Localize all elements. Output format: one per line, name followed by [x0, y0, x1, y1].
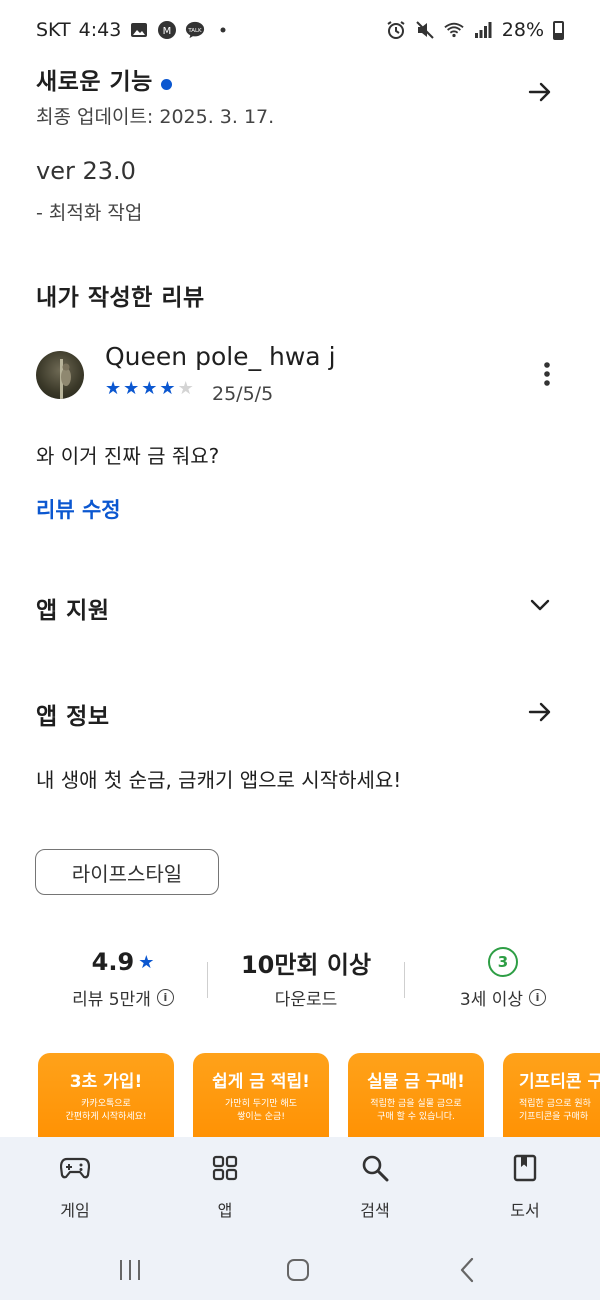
screenshot-desc: 카카오톡으로 간편하게 시작하세요! — [65, 1099, 147, 1122]
search-icon — [325, 1153, 425, 1183]
review-more-options-button[interactable] — [529, 356, 565, 392]
info-icon[interactable]: i — [156, 989, 174, 1006]
nav-item-apps[interactable]: 앱 — [175, 1153, 275, 1221]
avatar — [36, 351, 84, 399]
version-label: ver 23.0 — [36, 157, 136, 185]
rating-value: 4.9 — [91, 948, 135, 976]
apps-grid-icon — [175, 1153, 275, 1183]
talk-notification-icon: TALK — [185, 20, 205, 40]
whats-new-arrow-button[interactable] — [522, 74, 558, 110]
downloads-label: 다운로드 — [274, 990, 338, 1010]
app-info-title[interactable]: 앱 정보 — [36, 697, 110, 731]
review-author-name: Queen pole_ hwa j — [105, 342, 336, 371]
category-chip[interactable]: 라이프스타일 — [35, 849, 219, 895]
release-note: - 최적화 작업 — [36, 202, 143, 224]
back-chevron-icon — [460, 1257, 474, 1283]
more-vert-icon — [544, 362, 550, 386]
alarm-icon — [386, 20, 406, 40]
star-icon: ★ — [123, 378, 140, 399]
edit-review-link[interactable]: 리뷰 수정 — [36, 494, 121, 524]
review-date: 25/5/5 — [212, 383, 274, 405]
svg-text:TALK: TALK — [188, 28, 203, 34]
nav-label: 앱 — [217, 1201, 233, 1220]
app-info-arrow-button[interactable] — [522, 694, 558, 730]
star-icon: ★ — [138, 951, 155, 973]
screenshot-desc: 가만히 두기만 해도 쌓이는 순금! — [225, 1099, 297, 1122]
chevron-down-icon — [530, 599, 550, 611]
messenger-notification-icon: M — [157, 20, 177, 40]
star-icon: ★ — [141, 378, 158, 399]
review-star-rating: ★ ★ ★ ★ ★ — [105, 378, 194, 399]
age-rating-badge: 3 — [488, 947, 518, 977]
clock: 4:43 — [78, 19, 122, 41]
last-updated-date: 최종 업데이트: 2025. 3. 17. — [36, 106, 275, 128]
system-navigation-bar — [0, 1240, 600, 1300]
nav-item-books[interactable]: 도서 — [475, 1153, 575, 1221]
stat-divider — [404, 962, 405, 998]
screenshot-title: 실물 금 구매! — [367, 1072, 465, 1092]
age-rating-label: 3세 이상 — [459, 990, 524, 1010]
nav-label: 검색 — [360, 1201, 390, 1220]
screenshot-title: 3초 가입! — [69, 1072, 143, 1092]
recent-apps-icon — [120, 1260, 140, 1280]
age-rating-stat: 3 3세 이상 i — [418, 945, 588, 1010]
nav-item-search[interactable]: 검색 — [325, 1153, 425, 1221]
app-description: 내 생애 첫 순금, 금캐기 앱으로 시작하세요! — [36, 768, 402, 792]
svg-text:M: M — [163, 26, 172, 37]
rating-label: 리뷰 5만개 — [72, 990, 151, 1010]
recent-apps-button[interactable] — [105, 1250, 155, 1290]
more-notifications-dot-icon — [213, 20, 233, 40]
battery-percent: 28% — [501, 19, 544, 41]
screenshot-desc: 적립한 금으로 원하 기프티콘을 구매하 — [519, 1099, 591, 1122]
screenshot-title: 쉽게 금 적립! — [212, 1072, 310, 1092]
arrow-right-icon — [528, 82, 551, 102]
mute-icon — [415, 20, 435, 40]
signal-icon — [473, 20, 493, 40]
wifi-icon — [444, 20, 464, 40]
stat-divider — [207, 962, 208, 998]
my-review-title: 내가 작성한 리뷰 — [36, 285, 205, 311]
nav-label: 도서 — [510, 1201, 540, 1220]
star-icon: ★ — [105, 378, 122, 399]
home-button[interactable] — [273, 1250, 323, 1290]
screenshot-title: 기프티콘 구 — [519, 1072, 600, 1092]
whats-new-header[interactable]: 새로운 기능 — [36, 62, 172, 96]
app-support-expand-button[interactable] — [522, 587, 558, 623]
star-icon: ★ — [159, 378, 176, 399]
star-empty-icon: ★ — [177, 378, 194, 399]
gamepad-icon — [25, 1153, 125, 1183]
back-button[interactable] — [442, 1250, 492, 1290]
screenshot-desc: 적립한 금을 실물 금으로 구매 할 수 있습니다. — [370, 1099, 462, 1122]
new-indicator-dot — [160, 79, 172, 90]
book-icon — [475, 1153, 575, 1183]
nav-label: 게임 — [60, 1201, 90, 1220]
gallery-notification-icon — [129, 20, 149, 40]
downloads-stat: 10만회 이상 다운로드 — [221, 945, 391, 1011]
info-icon[interactable]: i — [529, 989, 547, 1006]
rating-stat: 4.9 ★ 리뷰 5만개 i — [38, 945, 208, 1010]
app-support-title[interactable]: 앱 지원 — [36, 591, 110, 625]
nav-item-games[interactable]: 게임 — [25, 1153, 125, 1221]
downloads-value: 10만회 이상 — [240, 950, 372, 979]
carrier-label: SKT — [36, 19, 71, 41]
home-icon — [287, 1259, 309, 1281]
whats-new-title: 새로운 기능 — [36, 69, 153, 95]
battery-icon — [553, 20, 564, 40]
arrow-right-icon — [528, 702, 551, 722]
review-text: 와 이거 진짜 금 줘요? — [36, 444, 220, 468]
status-bar: SKT 4:43 M TALK 28% — [0, 0, 600, 60]
